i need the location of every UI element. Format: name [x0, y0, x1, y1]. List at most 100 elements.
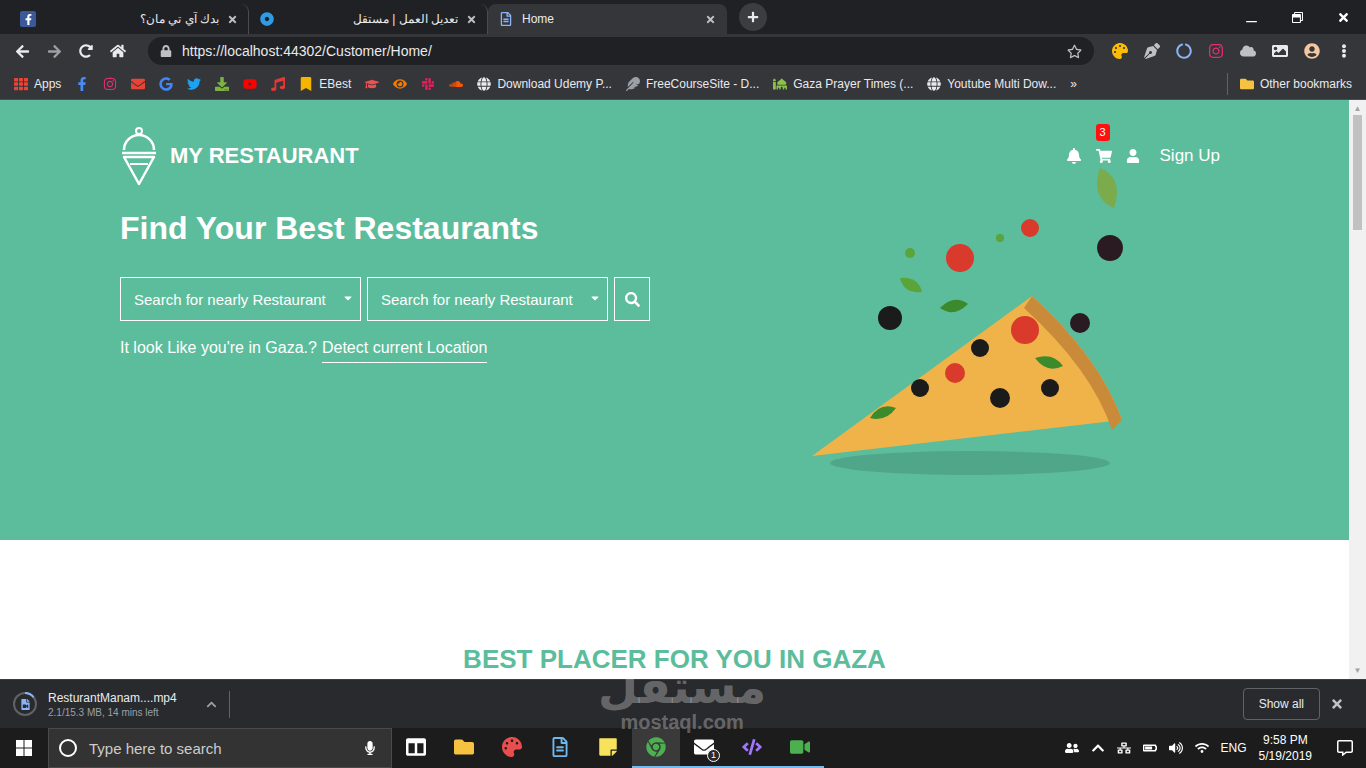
- close-icon[interactable]: [466, 14, 477, 25]
- address-bar[interactable]: https://localhost:44302/Customer/Home/: [148, 37, 1094, 65]
- desktop: بدك آي تي مان؟تعديل العمل | مستقلHome htt…: [0, 0, 1366, 768]
- microphone-icon[interactable]: [363, 741, 377, 755]
- action-center-button[interactable]: [1324, 728, 1366, 768]
- taskbar-app[interactable]: [776, 728, 824, 768]
- bell-icon[interactable]: [1066, 148, 1082, 164]
- bookmark[interactable]: [443, 73, 469, 95]
- instagram-icon: [1208, 43, 1224, 59]
- bookmark[interactable]: [153, 73, 179, 95]
- taskbar-app[interactable]: [488, 728, 536, 768]
- browser-tab[interactable]: Home: [488, 4, 727, 34]
- volume-icon[interactable]: [1169, 741, 1183, 755]
- twitter-icon: [187, 77, 201, 91]
- extension-button[interactable]: [1234, 37, 1262, 65]
- bookmark[interactable]: EBest: [293, 73, 357, 95]
- pizza-image: [800, 158, 1140, 498]
- close-button[interactable]: [1320, 0, 1366, 34]
- extension-button[interactable]: [1138, 37, 1166, 65]
- back-button[interactable]: [8, 37, 36, 65]
- youtube-icon: [243, 77, 257, 91]
- cart[interactable]: 3: [1096, 148, 1112, 164]
- close-download-bar[interactable]: [1320, 697, 1354, 711]
- user-icon[interactable]: [1126, 149, 1140, 163]
- wifi-icon[interactable]: [1195, 741, 1209, 755]
- prayer-icon: [773, 77, 787, 91]
- download-item[interactable]: ResturantManam....mp42.1/15.3 MB, 14 min…: [12, 691, 230, 718]
- star-icon[interactable]: [1067, 44, 1082, 59]
- bookmark[interactable]: FreeCourseSite - D...: [620, 73, 765, 95]
- start-button[interactable]: [0, 728, 48, 768]
- cart-icon: [1096, 148, 1112, 164]
- scroll-thumb[interactable]: [1353, 115, 1362, 230]
- browser-tab[interactable]: تعديل العمل | مستقل: [249, 4, 488, 34]
- bookmark[interactable]: Gaza Prayer Times (...: [767, 73, 919, 95]
- extension-button[interactable]: [1106, 37, 1134, 65]
- extension-button[interactable]: [1202, 37, 1230, 65]
- taskbar-app[interactable]: [584, 728, 632, 768]
- bookmark-label: Gaza Prayer Times (...: [793, 77, 913, 91]
- bookmark[interactable]: [359, 73, 385, 95]
- extension-button[interactable]: [1298, 37, 1326, 65]
- bookmark[interactable]: [209, 73, 235, 95]
- close-icon[interactable]: [227, 14, 238, 25]
- taskbar-app[interactable]: [392, 728, 440, 768]
- chevron-icon[interactable]: [1091, 741, 1105, 755]
- bookmark[interactable]: Youtube Multi Dow...: [921, 73, 1062, 95]
- bookmark[interactable]: [181, 73, 207, 95]
- scrollbar[interactable]: ▲▼: [1349, 100, 1366, 679]
- bookmark[interactable]: Download Udemy P...: [471, 73, 618, 95]
- people-icon[interactable]: [1065, 741, 1079, 755]
- forward-button[interactable]: [40, 37, 68, 65]
- plus-icon: [747, 11, 759, 23]
- location-line: It look Like you're in Gaza.?Detect curr…: [120, 339, 650, 363]
- taskbar-app[interactable]: [728, 728, 776, 768]
- logo[interactable]: MY RESTAURANT: [120, 126, 359, 186]
- scroll-down-icon[interactable]: ▼: [1354, 666, 1362, 675]
- clock[interactable]: 9:58 PM5/19/2019: [1259, 732, 1312, 764]
- search-button[interactable]: [614, 277, 650, 321]
- other-bookmarks[interactable]: Other bookmarks: [1227, 73, 1358, 95]
- chevron-up-icon[interactable]: [206, 699, 217, 710]
- bookmark[interactable]: Apps: [8, 73, 67, 95]
- minimize-button[interactable]: [1228, 0, 1274, 34]
- restaurant-select[interactable]: Search for nearly Restaurant: [367, 277, 608, 321]
- bookmark[interactable]: [237, 73, 263, 95]
- menu-button[interactable]: [1330, 37, 1358, 65]
- restore-button[interactable]: [1274, 0, 1320, 34]
- taskbar-app[interactable]: [536, 728, 584, 768]
- bookmarks-overflow[interactable]: »: [1064, 73, 1083, 95]
- restaurant-select[interactable]: Search for nearly Restaurant: [120, 277, 361, 321]
- extension-button[interactable]: [1266, 37, 1294, 65]
- bookmark[interactable]: [387, 73, 413, 95]
- system-tray: ENG 9:58 PM5/19/2019: [1065, 728, 1366, 768]
- scroll-up-icon[interactable]: ▲: [1354, 104, 1362, 113]
- taskview-icon: [406, 737, 426, 757]
- bookmark[interactable]: [265, 73, 291, 95]
- home-button[interactable]: [104, 37, 132, 65]
- url-text: https://localhost:44302/Customer/Home/: [182, 43, 1057, 59]
- explorer-icon: [454, 737, 474, 757]
- detect-location-link[interactable]: Detect current Location: [322, 339, 487, 363]
- taskbar-app[interactable]: [632, 728, 680, 768]
- bookmark[interactable]: [69, 73, 95, 95]
- show-all-button[interactable]: Show all: [1243, 688, 1320, 720]
- palette-icon: [1112, 43, 1128, 59]
- window-controls: [1228, 0, 1366, 34]
- sign-up-link[interactable]: Sign Up: [1160, 146, 1220, 166]
- bookmark-label: Download Udemy P...: [497, 77, 612, 91]
- extension-button[interactable]: [1170, 37, 1198, 65]
- browser-tab[interactable]: بدك آي تي مان؟: [10, 4, 249, 34]
- battery-icon[interactable]: [1143, 741, 1157, 755]
- taskbar-app[interactable]: [440, 728, 488, 768]
- network-icon[interactable]: [1117, 741, 1131, 755]
- slack-icon: [421, 77, 435, 91]
- reload-button[interactable]: [72, 37, 100, 65]
- bookmark[interactable]: [125, 73, 151, 95]
- close-icon[interactable]: [705, 14, 716, 25]
- taskbar-app[interactable]: 1: [680, 728, 728, 768]
- taskbar-search[interactable]: Type here to search: [48, 728, 392, 768]
- bookmark[interactable]: [97, 73, 123, 95]
- language-indicator[interactable]: ENG: [1221, 741, 1247, 755]
- new-tab-button[interactable]: [739, 3, 767, 31]
- bookmark[interactable]: [415, 73, 441, 95]
